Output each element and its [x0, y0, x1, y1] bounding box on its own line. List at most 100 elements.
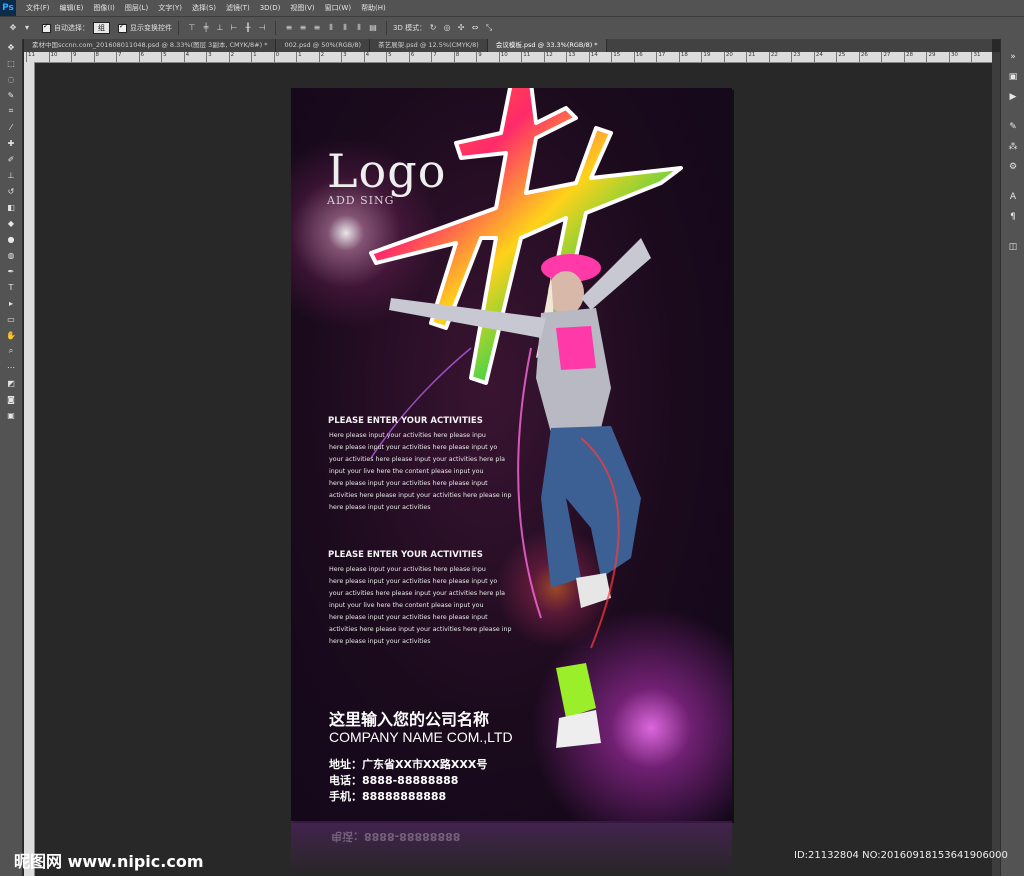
distribute-bottom-icon[interactable]: ≡: [312, 23, 322, 33]
3d-rotate-icon[interactable]: ↻: [428, 23, 438, 33]
menu-image[interactable]: 图像(I): [93, 3, 115, 13]
eraser-tool-icon[interactable]: ◧: [0, 199, 22, 215]
collapse-panels-icon[interactable]: »: [1001, 47, 1024, 67]
align-left-icon[interactable]: ⊢: [229, 23, 239, 33]
tab-document-3[interactable]: 茶艺展架.psd @ 12.5%(CMYK/8): [370, 39, 488, 52]
menu-bar: Ps 文件(F) 编辑(E) 图像(I) 图层(L) 文字(Y) 选择(S) 滤…: [0, 0, 1024, 16]
3d-scale-icon[interactable]: ⤡: [484, 23, 494, 33]
align-hcenter-icon[interactable]: ╫: [243, 23, 253, 33]
zoom-tool-icon[interactable]: ⌕: [0, 343, 22, 359]
menu-help[interactable]: 帮助(H): [361, 3, 386, 13]
color-swatches-icon[interactable]: ◩: [0, 375, 22, 391]
auto-select-dropdown[interactable]: 组: [93, 22, 110, 34]
align-right-icon[interactable]: ⊣: [257, 23, 267, 33]
ruler-tick-label: 6: [138, 52, 144, 62]
quick-mask-icon[interactable]: ◙: [0, 391, 22, 407]
3d-pan-icon[interactable]: ✣: [456, 23, 466, 33]
ruler-tick-label: 10: [48, 52, 58, 62]
more-tools-icon[interactable]: ⋯: [0, 359, 22, 375]
blur-tool-icon[interactable]: ●: [0, 231, 22, 247]
show-transform-checkbox[interactable]: [118, 22, 127, 33]
move-tool-icon[interactable]: ✥: [0, 39, 22, 55]
quick-select-tool-icon[interactable]: ✎: [0, 87, 22, 103]
photoshop-logo: Ps: [0, 0, 16, 16]
horizontal-ruler[interactable]: 11 10 9 8 7 6 5 4 3 2 1 0 1 2 3 4 5 6 7 8 9 10 11 12 13 14 15 16 17 1…: [24, 52, 992, 63]
paint-bucket-icon[interactable]: ◆: [0, 215, 22, 231]
ruler-tick-label: 10: [498, 52, 508, 62]
ruler-tick-label: 13: [566, 52, 575, 62]
distribute-top-icon[interactable]: ≡: [284, 23, 294, 33]
auto-align-icon[interactable]: ▤: [368, 23, 378, 33]
vertical-ruler[interactable]: [24, 62, 35, 876]
ruler-tick-label: 25: [836, 52, 845, 62]
ruler-tick-label: 6: [408, 52, 414, 62]
brush-panel-icon[interactable]: ⁂: [1001, 137, 1024, 157]
ruler-tick-label: 14: [588, 52, 598, 62]
auto-select-checkbox[interactable]: [42, 22, 51, 33]
menu-3d[interactable]: 3D(D): [260, 4, 281, 12]
ruler-tick-label: 9: [71, 52, 77, 62]
tab-document-2[interactable]: 002.psd @ 50%(RGB/8): [276, 39, 371, 52]
rectangle-tool-icon[interactable]: ▭: [0, 311, 22, 327]
align-top-icon[interactable]: ⊤: [187, 23, 197, 33]
vertical-scrollbar[interactable]: [992, 52, 1000, 876]
separator: [178, 21, 179, 35]
ruler-tick-label: 0: [273, 52, 279, 62]
ruler-tick-label: 18: [678, 52, 688, 62]
clone-stamp-icon[interactable]: ⊥: [0, 167, 22, 183]
distribute-vcenter-icon[interactable]: ≡: [298, 23, 308, 33]
menu-file[interactable]: 文件(F): [26, 3, 50, 13]
type-tool-icon[interactable]: T: [0, 279, 22, 295]
eyedropper-tool-icon[interactable]: ⁄: [0, 119, 22, 135]
path-select-icon[interactable]: ▸: [0, 295, 22, 311]
history-brush-icon[interactable]: ↺: [0, 183, 22, 199]
ruler-tick-label: 2: [228, 52, 234, 62]
distribute-right-icon[interactable]: ⦀: [354, 23, 364, 33]
dodge-tool-icon[interactable]: ◍: [0, 247, 22, 263]
3d-panel-icon[interactable]: ◫: [1001, 237, 1024, 257]
move-tool-icon[interactable]: ✥: [8, 23, 18, 33]
ruler-tick-label: 4: [183, 52, 189, 62]
3d-slide-icon[interactable]: ⇔: [470, 23, 480, 33]
tool-presets-icon[interactable]: ✎: [1001, 117, 1024, 137]
align-bottom-icon[interactable]: ⊥: [215, 23, 225, 33]
company-name-cn: 这里输入您的公司名称: [329, 710, 490, 729]
menu-window[interactable]: 窗口(W): [325, 3, 351, 13]
ruler-tick-label: 12: [543, 52, 553, 62]
lasso-tool-icon[interactable]: ◌: [0, 71, 22, 87]
distribute-hcenter-icon[interactable]: ⦀: [340, 23, 350, 33]
ruler-tick-label: 1: [251, 52, 257, 62]
menu-filter[interactable]: 滤镜(T): [226, 3, 250, 13]
menu-type[interactable]: 文字(Y): [158, 3, 182, 13]
paragraph-panel-icon[interactable]: ¶: [1001, 207, 1024, 227]
menu-select[interactable]: 选择(S): [192, 3, 216, 13]
tab-document-1[interactable]: 素材中国sccnn.com_201608011048.psd @ 8.33%(图…: [24, 39, 277, 52]
document-canvas[interactable]: Logo ADD SING PLEASE ENTER YOUR ACTIVITI…: [291, 88, 732, 821]
menu-layer[interactable]: 图层(L): [125, 3, 148, 13]
activities-line: input your live here the content please …: [329, 602, 484, 609]
adjustments-panel-icon[interactable]: ⚙: [1001, 157, 1024, 177]
menu-edit[interactable]: 编辑(E): [60, 3, 84, 13]
hand-tool-icon[interactable]: ✋: [0, 327, 22, 343]
ruler-tick-label: 28: [903, 52, 913, 62]
ruler-tick-label: 20: [723, 52, 733, 62]
marquee-tool-icon[interactable]: ⬚: [0, 55, 22, 71]
healing-brush-icon[interactable]: ✚: [0, 135, 22, 151]
actions-panel-icon[interactable]: ▶: [1001, 87, 1024, 107]
screen-mode-icon[interactable]: ▣: [0, 407, 22, 423]
3d-roll-icon[interactable]: ◎: [442, 23, 452, 33]
character-panel-icon[interactable]: A: [1001, 187, 1024, 207]
align-vcenter-icon[interactable]: ╪: [201, 23, 211, 33]
activities-line: here please input your activities: [329, 504, 431, 511]
brush-tool-icon[interactable]: ✐: [0, 151, 22, 167]
history-panel-icon[interactable]: ▣: [1001, 67, 1024, 87]
ruler-tick-label: 8: [453, 52, 459, 62]
pen-tool-icon[interactable]: ✒: [0, 263, 22, 279]
tab-document-active[interactable]: 会议模板.psd @ 33.3%(RGB/8) *: [487, 39, 607, 52]
crop-tool-icon[interactable]: ⌗: [0, 103, 22, 119]
auto-select-label: 自动选择：: [54, 24, 89, 32]
tool-preset-dropdown-icon[interactable]: ▾: [22, 23, 32, 33]
separator: [275, 21, 276, 35]
distribute-left-icon[interactable]: ⦀: [326, 23, 336, 33]
menu-view[interactable]: 视图(V): [290, 3, 314, 13]
